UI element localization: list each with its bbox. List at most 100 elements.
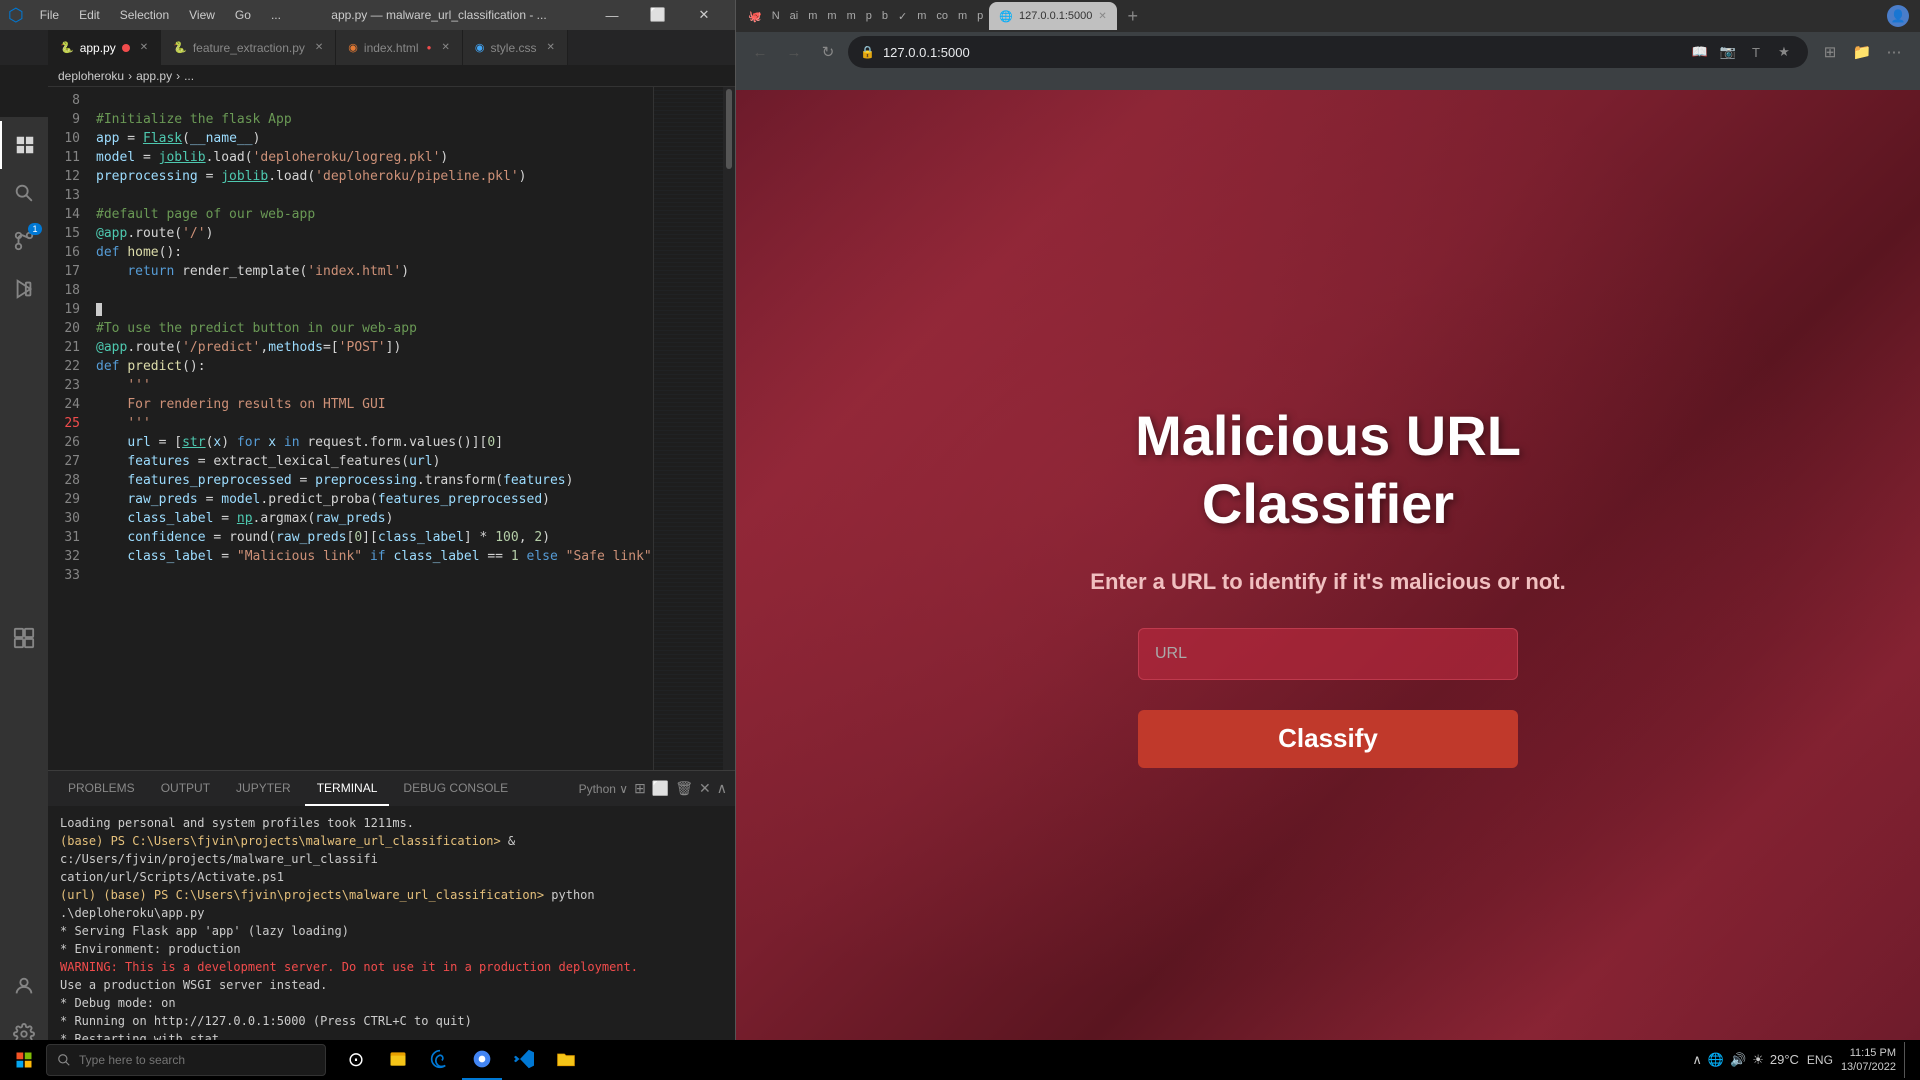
new-tab-button[interactable]: + xyxy=(1119,2,1147,30)
favicon-n[interactable]: N xyxy=(768,8,784,24)
panel-toggle-up[interactable]: ∧ xyxy=(717,780,727,797)
menu-go[interactable]: Go xyxy=(227,6,259,24)
activity-source-control[interactable]: 1 xyxy=(0,217,48,265)
tab-problems[interactable]: PROBLEMS xyxy=(56,771,147,806)
read-mode-icon[interactable]: 📖 xyxy=(1688,40,1712,64)
tray-volume-icon[interactable]: 🔊 xyxy=(1730,1052,1746,1068)
maximize-button[interactable]: ⬜ xyxy=(635,0,681,30)
favicon-b[interactable]: b xyxy=(878,8,892,24)
browser-tab-localhost[interactable]: 🌐 127.0.0.1:5000 ✕ xyxy=(989,2,1117,30)
favicon-m4[interactable]: m xyxy=(913,8,930,24)
favicon-co[interactable]: co xyxy=(932,8,952,24)
favicon-github[interactable]: 🐙 xyxy=(744,8,766,25)
activity-account[interactable] xyxy=(0,962,48,1010)
favicon-m3[interactable]: m xyxy=(843,8,860,24)
favicon-ai[interactable]: ai xyxy=(786,8,803,24)
breadcrumb-more[interactable]: ... xyxy=(184,69,194,83)
terminal-content[interactable]: Loading personal and system profiles too… xyxy=(48,806,735,1080)
code-line-25: ''' xyxy=(96,414,151,433)
taskbar-edge[interactable] xyxy=(420,1040,460,1080)
breadcrumb-app-py[interactable]: app.py xyxy=(136,69,172,83)
line-numbers: 8 9 10 11 12 13 14 15 16 17 18 19 20 21 xyxy=(48,87,88,770)
tab-label-css: style.css xyxy=(490,41,536,55)
tab-debug-console[interactable]: DEBUG CONSOLE xyxy=(391,771,520,806)
breadcrumb-deploheroku[interactable]: deploheroku xyxy=(58,69,124,83)
translate-icon[interactable]: T xyxy=(1744,40,1768,64)
favicon-check[interactable]: ✓ xyxy=(894,8,911,25)
window-title: app.py — malware_url_classification - ..… xyxy=(297,8,581,22)
terminal-line-6: * Environment: production xyxy=(60,940,723,958)
start-button[interactable] xyxy=(4,1040,44,1080)
minimize-button[interactable]: — xyxy=(589,0,635,30)
activity-search[interactable] xyxy=(0,169,48,217)
keyboard-language[interactable]: ENG xyxy=(1807,1053,1833,1067)
classify-button-label: Classify xyxy=(1278,723,1378,754)
tab-output[interactable]: OUTPUT xyxy=(149,771,222,806)
maximize-panel[interactable]: ⬜ xyxy=(652,780,669,797)
collections-icon[interactable]: 📁 xyxy=(1848,38,1876,66)
favicon-p2[interactable]: p xyxy=(973,8,987,24)
favicon-m2[interactable]: m xyxy=(823,8,840,24)
tab-close-html[interactable]: ✕ xyxy=(441,42,449,53)
menu-view[interactable]: View xyxy=(181,6,223,24)
forward-button[interactable]: → xyxy=(778,36,810,68)
show-desktop-btn[interactable] xyxy=(1904,1042,1908,1078)
code-line-19 xyxy=(96,300,653,319)
favicon-p1[interactable]: p xyxy=(862,8,876,24)
url-input[interactable] xyxy=(1138,628,1518,680)
tab-feature-extraction[interactable]: 🐍 feature_extraction.py ✕ xyxy=(161,30,336,65)
code-line-18 xyxy=(96,281,653,300)
tray-up-arrow[interactable]: ∧ xyxy=(1692,1052,1702,1068)
tray-network-icon[interactable]: 🌐 xyxy=(1708,1052,1724,1068)
browser-settings-icon[interactable]: ⋯ xyxy=(1880,38,1908,66)
tab-style-css[interactable]: ◉ style.css ✕ xyxy=(463,30,568,65)
tab-icon-html: ◉ xyxy=(348,41,358,54)
activity-run[interactable] xyxy=(0,265,48,313)
screenshot-icon[interactable]: 📷 xyxy=(1716,40,1740,64)
kill-terminal[interactable]: 🗑 xyxy=(675,780,693,797)
extensions-icon[interactable]: ⊞ xyxy=(1816,38,1844,66)
menu-file[interactable]: File xyxy=(32,6,67,24)
browser-tab-close-localhost[interactable]: ✕ xyxy=(1098,11,1106,22)
tab-icon-py2: 🐍 xyxy=(173,41,187,54)
activity-extensions[interactable] xyxy=(0,614,48,662)
tab-close-button[interactable]: ✕ xyxy=(140,42,148,53)
taskbar-explorer[interactable] xyxy=(546,1040,586,1080)
classify-button[interactable]: Classify xyxy=(1138,710,1518,768)
tab-index-html[interactable]: ◉ index.html ● ✕ xyxy=(336,30,463,65)
taskbar-chrome[interactable] xyxy=(462,1040,502,1080)
browser-profile[interactable]: 👤 xyxy=(1884,2,1912,30)
terminal-line-5: * Serving Flask app 'app' (lazy loading) xyxy=(60,922,723,940)
address-bar[interactable]: 🔒 127.0.0.1:5000 📖 📷 T ★ xyxy=(848,36,1808,68)
favicon-m5[interactable]: m xyxy=(954,8,971,24)
back-button[interactable]: ← xyxy=(744,36,776,68)
code-editor[interactable]: #Initialize the flask App app = Flask(__… xyxy=(88,87,653,770)
menu-selection[interactable]: Selection xyxy=(112,6,177,24)
taskbar-search[interactable] xyxy=(46,1044,326,1076)
tab-close-fe[interactable]: ✕ xyxy=(315,42,323,53)
menu-edit[interactable]: Edit xyxy=(71,6,108,24)
web-app-title: Malicious URL Classifier xyxy=(1135,402,1521,536)
system-clock[interactable]: 11:15 PM 13/07/2022 xyxy=(1841,1046,1896,1075)
split-terminal[interactable]: ⊞ xyxy=(634,780,646,797)
favicon-m1[interactable]: m xyxy=(804,8,821,24)
window-controls: — ⬜ ✕ xyxy=(589,0,727,30)
tab-jupyter[interactable]: JUPYTER xyxy=(224,771,303,806)
menu-more[interactable]: ... xyxy=(263,6,289,24)
taskbar-cortana[interactable]: ⊙ xyxy=(336,1040,376,1080)
close-button[interactable]: ✕ xyxy=(681,0,727,30)
taskbar-vscode-app[interactable] xyxy=(504,1040,544,1080)
tab-app-py[interactable]: 🐍 app.py ✕ xyxy=(48,30,161,65)
taskbar-search-input[interactable] xyxy=(79,1053,279,1067)
reload-button[interactable]: ↻ xyxy=(812,36,844,68)
tab-close-css[interactable]: ✕ xyxy=(546,42,554,53)
windows-taskbar: ⊙ ∧ 🌐 🔊 ☀ 29°C ENG 11:15 PM 13/07/2022 xyxy=(0,1040,1920,1080)
tab-terminal[interactable]: TERMINAL xyxy=(305,771,390,806)
close-panel[interactable]: ✕ xyxy=(699,780,711,797)
star-icon[interactable]: ★ xyxy=(1772,40,1796,64)
scrollbar[interactable] xyxy=(723,87,735,770)
activity-explorer[interactable] xyxy=(0,121,48,169)
taskbar-files[interactable] xyxy=(378,1040,418,1080)
code-line-29: raw_preds = model.predict_proba(features… xyxy=(96,490,653,509)
scroll-thumb[interactable] xyxy=(726,89,732,169)
